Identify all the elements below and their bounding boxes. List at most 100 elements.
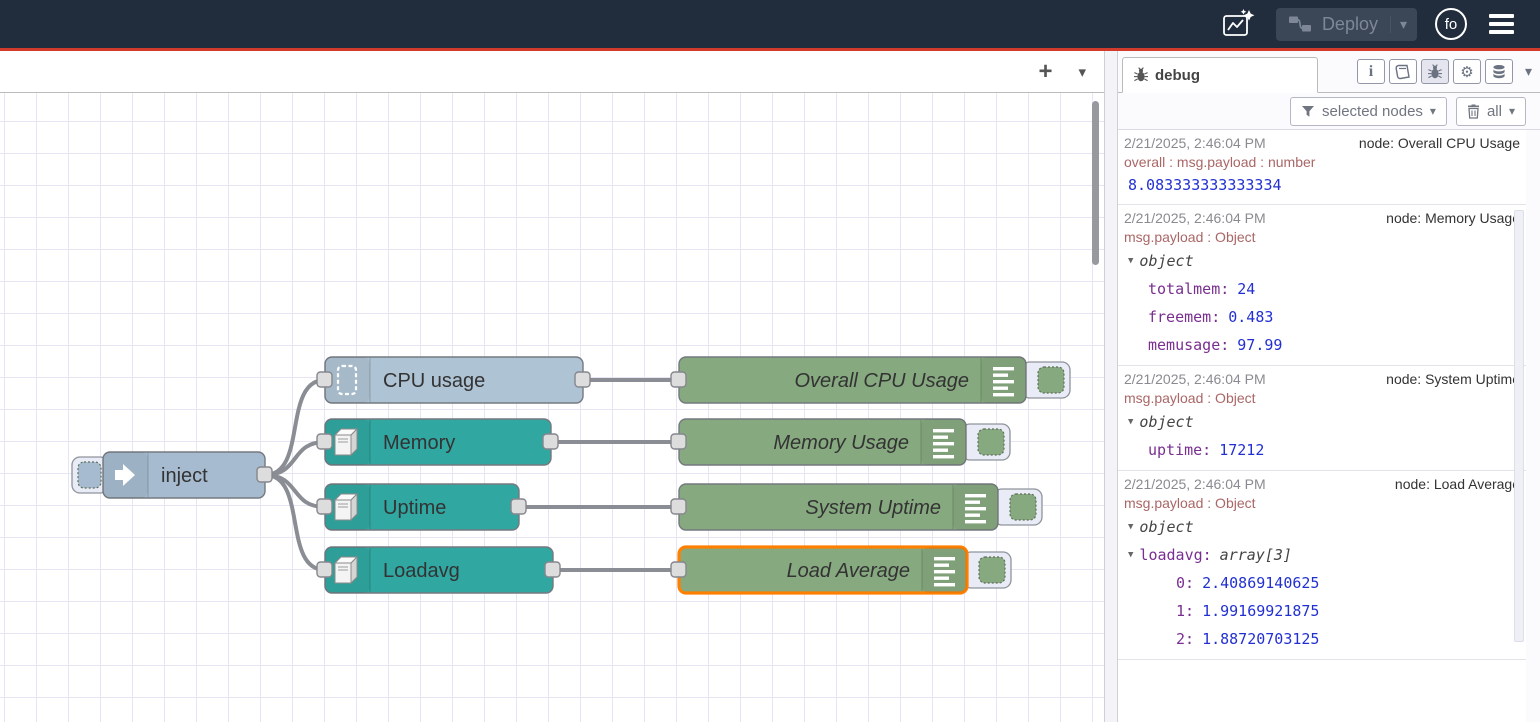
info-icon: i xyxy=(1369,63,1373,81)
main-menu-button[interactable] xyxy=(1485,10,1518,38)
message-property: msg.payload : Object xyxy=(1124,228,1520,247)
funnel-icon xyxy=(1301,105,1315,118)
loadavg-node-label: Loadavg xyxy=(383,560,460,582)
collapse-triangle-icon[interactable]: ▼ xyxy=(1128,541,1133,569)
node-cpu-usage[interactable]: CPU usage xyxy=(317,357,590,403)
gear-icon: ⚙ xyxy=(1460,63,1473,81)
collapse-triangle-icon[interactable]: ▼ xyxy=(1128,513,1133,541)
entry-key: uptime: xyxy=(1148,436,1211,464)
sidebar-menu-caret-icon[interactable]: ▾ xyxy=(1525,63,1532,80)
memory-node-label: Memory xyxy=(383,432,455,454)
workspace-area: + ▾ xyxy=(0,51,1104,722)
database-icon xyxy=(1491,64,1507,80)
memory-input-port[interactable] xyxy=(317,434,332,449)
inject-button-inner xyxy=(78,462,101,488)
node-debug-system-uptime[interactable]: System Uptime xyxy=(671,484,1042,530)
debug-message-system-uptime[interactable]: 2/21/2025, 2:46:04 PM node: System Uptim… xyxy=(1118,366,1526,471)
flow-canvas[interactable]: inject CPU usage xyxy=(0,93,1104,722)
uptime-node-label: Uptime xyxy=(383,497,446,519)
node-memory[interactable]: Memory xyxy=(317,419,558,465)
debug-toggle-inner xyxy=(1010,494,1036,520)
debug-message-memory-usage[interactable]: 2/21/2025, 2:46:04 PM node: Memory Usage… xyxy=(1118,205,1526,366)
uptime-input-port[interactable] xyxy=(317,499,332,514)
server-icon xyxy=(335,494,357,520)
debug-message-load-average[interactable]: 2/21/2025, 2:46:04 PM node: Load Average… xyxy=(1118,471,1526,660)
debug-toggle-inner xyxy=(978,429,1004,455)
node-debug-overall-cpu[interactable]: Overall CPU Usage xyxy=(671,357,1070,403)
wire-inject-uptime[interactable] xyxy=(265,475,325,507)
workspace-tab-bar: + ▾ xyxy=(0,51,1104,93)
collapse-triangle-icon[interactable]: ▼ xyxy=(1128,247,1133,275)
entry-key: 1: xyxy=(1176,597,1194,625)
help-panel-button[interactable] xyxy=(1389,59,1417,84)
user-avatar[interactable]: fo xyxy=(1435,8,1467,40)
debug-input-port[interactable] xyxy=(671,562,686,577)
inject-node-label: inject xyxy=(161,465,208,487)
config-nodes-button[interactable]: ⚙ xyxy=(1453,59,1481,84)
filter-caret-icon: ▾ xyxy=(1430,104,1436,118)
object-entry-row: totalmem: 24 xyxy=(1124,275,1520,303)
info-panel-button[interactable]: i xyxy=(1357,59,1385,84)
uptime-output-port[interactable] xyxy=(511,499,526,514)
collapse-triangle-icon[interactable]: ▼ xyxy=(1128,408,1133,436)
node-debug-memory-usage[interactable]: Memory Usage xyxy=(671,419,1010,465)
debug-sidebar: debug i xyxy=(1118,51,1540,722)
debug-filter-label: selected nodes xyxy=(1322,103,1423,120)
trash-icon xyxy=(1467,104,1480,119)
loadavg-output-port[interactable] xyxy=(545,562,560,577)
debug-input-port[interactable] xyxy=(671,499,686,514)
hamburger-icon xyxy=(1489,14,1514,18)
deploy-caret-icon[interactable]: ▾ xyxy=(1390,16,1407,33)
header-bar: Deploy ▾ fo xyxy=(0,0,1540,48)
object-entry-row: memusage: 97.99 xyxy=(1124,331,1520,359)
debug-message-list: 2/21/2025, 2:46:04 PM node: Overall CPU … xyxy=(1118,130,1526,722)
debug-filter-button[interactable]: selected nodes ▾ xyxy=(1290,97,1447,126)
debug-clear-label: all xyxy=(1487,103,1502,120)
clear-caret-icon: ▾ xyxy=(1509,104,1515,118)
tab-debug[interactable]: debug xyxy=(1122,57,1318,93)
inject-output-port[interactable] xyxy=(257,467,272,482)
deploy-button[interactable]: Deploy ▾ xyxy=(1276,8,1417,41)
message-property: overall : msg.payload : number xyxy=(1124,153,1520,172)
add-flow-button[interactable]: + xyxy=(1038,62,1052,82)
node-loadavg[interactable]: Loadavg xyxy=(317,547,560,593)
debug-clear-button[interactable]: all ▾ xyxy=(1456,97,1526,126)
flow-assistant-button[interactable] xyxy=(1218,7,1258,41)
sidebar-scrollbar[interactable] xyxy=(1514,210,1524,642)
flow-list-caret-icon[interactable]: ▾ xyxy=(1078,63,1086,81)
array-entry-row: 0: 2.40869140625 xyxy=(1124,569,1520,597)
cpu-output-port[interactable] xyxy=(575,372,590,387)
canvas-vertical-scrollbar[interactable] xyxy=(1092,101,1099,265)
debug-input-port[interactable] xyxy=(671,372,686,387)
node-uptime[interactable]: Uptime xyxy=(317,484,526,530)
flow-canvas-svg[interactable]: inject CPU usage xyxy=(0,93,1104,722)
message-property: msg.payload : Object xyxy=(1124,389,1520,408)
debug-message-overall-cpu[interactable]: 2/21/2025, 2:46:04 PM node: Overall CPU … xyxy=(1118,130,1526,205)
cpu-input-port[interactable] xyxy=(317,372,332,387)
debug-node-label: Load Average xyxy=(787,560,910,582)
node-debug-load-average[interactable]: Load Average xyxy=(671,547,1011,593)
object-label: object xyxy=(1139,408,1193,436)
sidebar-tab-actions: i xyxy=(1318,59,1532,92)
deploy-nodes-icon xyxy=(1288,14,1312,34)
object-root-row: ▼ object xyxy=(1124,513,1520,541)
sidebar-resize-handle[interactable] xyxy=(1104,51,1118,722)
object-root-row: ▼ object xyxy=(1124,247,1520,275)
context-data-button[interactable] xyxy=(1485,59,1513,84)
debug-input-port[interactable] xyxy=(671,434,686,449)
memory-output-port[interactable] xyxy=(543,434,558,449)
loadavg-input-port[interactable] xyxy=(317,562,332,577)
debug-panel-button[interactable] xyxy=(1421,59,1449,84)
node-inject[interactable]: inject xyxy=(72,452,272,498)
entry-key: memusage: xyxy=(1148,331,1229,359)
message-node-name: node: Overall CPU Usage xyxy=(1359,133,1520,153)
message-meta: 2/21/2025, 2:46:04 PM node: System Uptim… xyxy=(1124,369,1520,389)
message-timestamp: 2/21/2025, 2:46:04 PM xyxy=(1124,474,1266,494)
entry-value: 24 xyxy=(1237,275,1255,303)
wire-inject-memory[interactable] xyxy=(265,442,325,475)
tab-debug-label: debug xyxy=(1155,67,1200,84)
entry-value: 97.99 xyxy=(1237,331,1282,359)
array-entry-row: 2: 1.88720703125 xyxy=(1124,625,1520,653)
message-timestamp: 2/21/2025, 2:46:04 PM xyxy=(1124,208,1266,228)
debug-node-label: Overall CPU Usage xyxy=(794,370,969,392)
